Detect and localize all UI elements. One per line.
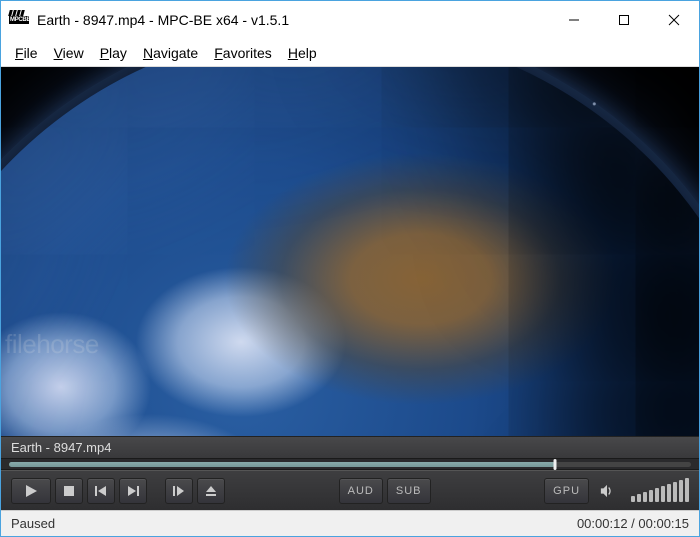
volume-slider[interactable]: [631, 480, 689, 502]
window-title: Earth - 8947.mp4 - MPC-BE x64 - v1.5.1: [37, 12, 549, 28]
playback-state: Paused: [11, 516, 55, 531]
step-forward-button[interactable]: [165, 478, 193, 504]
menu-view[interactable]: View: [46, 43, 92, 63]
volume-icon[interactable]: [593, 478, 621, 504]
menu-favorites[interactable]: Favorites: [206, 43, 280, 63]
seekbar[interactable]: [1, 458, 699, 470]
eject-button[interactable]: [197, 478, 225, 504]
subtitle-button[interactable]: SUB: [387, 478, 431, 504]
gpu-button[interactable]: GPU: [544, 478, 589, 504]
app-icon: MPCBE: [9, 10, 29, 30]
menu-play[interactable]: Play: [92, 43, 135, 63]
previous-button[interactable]: [87, 478, 115, 504]
filename-strip: Earth - 8947.mp4: [1, 436, 699, 458]
audio-track-button[interactable]: AUD: [339, 478, 383, 504]
control-bar: AUD SUB GPU: [1, 470, 699, 510]
next-button[interactable]: [119, 478, 147, 504]
video-area[interactable]: filehorse: [1, 67, 699, 436]
app-window: MPCBE Earth - 8947.mp4 - MPC-BE x64 - v1…: [0, 0, 700, 537]
statusbar: Paused 00:00:12 / 00:00:15: [1, 510, 699, 536]
video-frame-earth: [1, 67, 699, 436]
maximize-button[interactable]: [599, 1, 649, 39]
window-controls: [549, 1, 699, 39]
time-display: 00:00:12 / 00:00:15: [577, 516, 689, 531]
menu-navigate[interactable]: Navigate: [135, 43, 206, 63]
close-button[interactable]: [649, 1, 699, 39]
play-button[interactable]: [11, 478, 51, 504]
menu-help[interactable]: Help: [280, 43, 325, 63]
titlebar: MPCBE Earth - 8947.mp4 - MPC-BE x64 - v1…: [1, 1, 699, 39]
menu-file[interactable]: File: [7, 43, 46, 63]
filename-label: Earth - 8947.mp4: [11, 440, 111, 455]
menubar: File View Play Navigate Favorites Help: [1, 39, 699, 67]
stop-button[interactable]: [55, 478, 83, 504]
minimize-button[interactable]: [549, 1, 599, 39]
